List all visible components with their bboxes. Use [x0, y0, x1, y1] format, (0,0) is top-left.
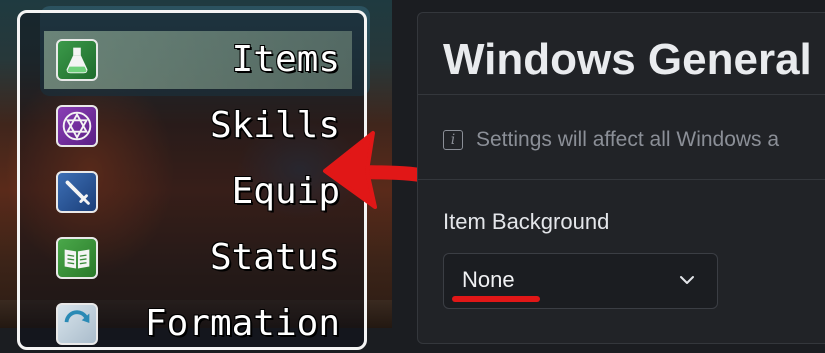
- hexagram-icon: [56, 105, 98, 147]
- book-icon: [56, 237, 98, 279]
- divider: [418, 179, 825, 180]
- potion-icon: [56, 39, 98, 81]
- menu-item-label: Items: [231, 39, 340, 80]
- menu-item-skills[interactable]: Skills: [44, 97, 352, 155]
- sword-icon: [56, 171, 98, 213]
- info-icon: i: [443, 130, 463, 150]
- menu-item-label: Formation: [144, 303, 340, 344]
- menu-item-status[interactable]: Status: [44, 229, 352, 287]
- cycle-icon: [56, 303, 98, 345]
- item-background-label: Item Background: [443, 209, 610, 234]
- panel-title: Windows General: [443, 35, 812, 84]
- menu-item-items[interactable]: Items: [44, 31, 352, 89]
- info-text: Settings will affect all Windows a: [476, 128, 780, 151]
- info-note: i Settings will affect all Windows a: [443, 125, 779, 155]
- divider: [418, 94, 825, 95]
- menu-item-equip[interactable]: Equip: [44, 163, 352, 221]
- menu-item-formation[interactable]: Formation: [44, 295, 352, 353]
- item-background-value: None: [462, 267, 515, 292]
- settings-panel: Windows General i Settings will affect a…: [417, 12, 825, 344]
- chevron-down-icon: [680, 276, 694, 284]
- menu-item-label: Status: [209, 237, 340, 278]
- red-underline-annotation: [452, 296, 540, 302]
